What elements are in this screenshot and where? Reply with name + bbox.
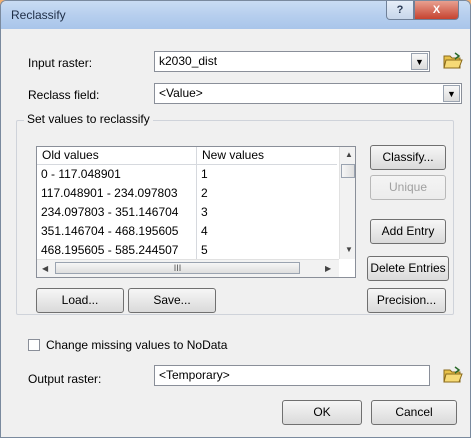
output-raster-label: Output raster: [28, 372, 102, 386]
new-value-cell[interactable]: 2 [201, 186, 208, 200]
scroll-up-icon[interactable]: ▲ [345, 150, 353, 159]
scroll-down-icon[interactable]: ▼ [345, 245, 353, 254]
help-icon: ? [396, 4, 404, 16]
scroll-left-icon[interactable]: ◀ [42, 264, 48, 273]
reclass-field-label: Reclass field: [28, 88, 100, 102]
old-value-cell[interactable]: 117.048901 - 234.097803 [41, 186, 178, 200]
horizontal-scrollbar[interactable]: ◀ III ▶ [37, 259, 339, 277]
save-button[interactable]: Save... [128, 288, 216, 313]
output-raster-input[interactable]: <Temporary> [154, 365, 430, 386]
vertical-scrollbar[interactable]: ▲ ▼ [339, 147, 355, 259]
scroll-right-icon[interactable]: ▶ [325, 264, 331, 273]
output-raster-value: <Temporary> [159, 368, 230, 382]
cancel-button[interactable]: Cancel [371, 400, 457, 425]
close-icon: X [432, 4, 441, 16]
delete-entries-button[interactable]: Delete Entries [367, 256, 449, 281]
dropdown-arrow-icon[interactable]: ▼ [411, 53, 428, 70]
column-header-new[interactable]: New values [202, 148, 264, 162]
open-folder-icon[interactable] [443, 52, 463, 70]
reclass-field-select[interactable]: <Value> ▼ [154, 83, 462, 104]
reclass-field-value: <Value> [159, 86, 203, 100]
table-row[interactable]: 234.097803 - 351.146704 3 [37, 203, 337, 222]
table-row[interactable]: 0 - 117.048901 1 [37, 165, 337, 184]
window-title: Reclassify [11, 8, 66, 22]
table-row[interactable]: 117.048901 - 234.097803 2 [37, 184, 337, 203]
close-button[interactable]: X [414, 1, 459, 20]
ok-button[interactable]: OK [282, 400, 362, 425]
title-bar: Reclassify ? X [1, 1, 470, 29]
old-value-cell[interactable]: 234.097803 - 351.146704 [41, 205, 178, 219]
table-row[interactable]: 351.146704 - 468.195605 4 [37, 222, 337, 241]
vertical-scroll-thumb[interactable] [341, 164, 355, 178]
unique-button[interactable]: Unique [370, 175, 446, 200]
old-value-cell[interactable]: 0 - 117.048901 [41, 167, 121, 181]
nodata-checkbox-label: Change missing values to NoData [46, 338, 228, 352]
dropdown-arrow-icon[interactable]: ▼ [443, 85, 460, 102]
old-value-cell[interactable]: 468.195605 - 585.244507 [41, 243, 178, 257]
precision-button[interactable]: Precision... [367, 288, 446, 313]
new-value-cell[interactable]: 4 [201, 224, 208, 238]
horizontal-scroll-thumb[interactable]: III [55, 262, 300, 274]
input-raster-label: Input raster: [28, 56, 93, 70]
old-value-cell[interactable]: 351.146704 - 468.195605 [41, 224, 178, 238]
classify-button[interactable]: Classify... [370, 145, 446, 170]
input-raster-value: k2030_dist [159, 54, 218, 68]
nodata-checkbox[interactable] [28, 339, 40, 351]
table-header: Old values New values [37, 147, 337, 165]
new-value-cell[interactable]: 1 [201, 167, 208, 181]
open-folder-icon[interactable] [443, 366, 463, 384]
input-raster-select[interactable]: k2030_dist ▼ [154, 51, 430, 72]
add-entry-button[interactable]: Add Entry [370, 219, 446, 244]
scroll-grip-icon: III [173, 263, 182, 273]
new-value-cell[interactable]: 3 [201, 205, 208, 219]
reclass-table[interactable]: Old values New values 0 - 117.048901 1 1… [36, 146, 356, 278]
help-button[interactable]: ? [386, 1, 414, 20]
new-value-cell[interactable]: 5 [201, 243, 208, 257]
group-title: Set values to reclassify [24, 112, 153, 126]
table-row[interactable]: 468.195605 - 585.244507 5 [37, 241, 337, 260]
column-header-old[interactable]: Old values [42, 148, 99, 162]
load-button[interactable]: Load... [36, 288, 124, 313]
